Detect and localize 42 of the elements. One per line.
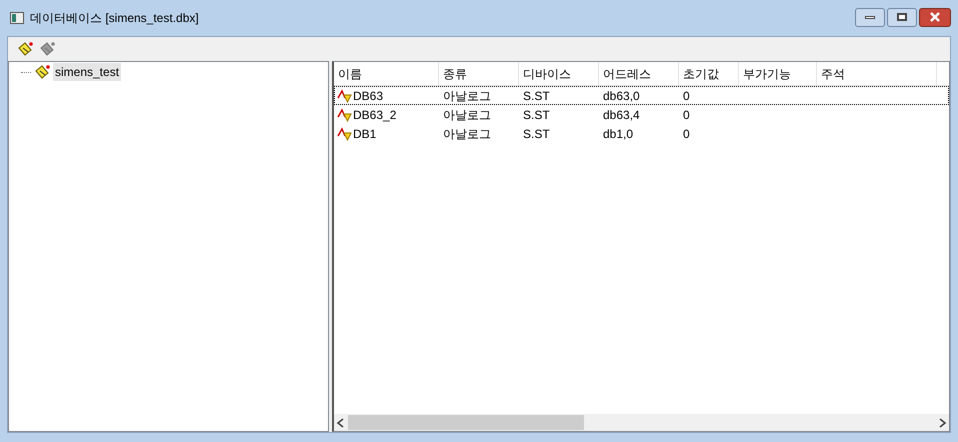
add-tag-button[interactable] <box>16 41 34 57</box>
table-cell-text: 0 <box>683 126 690 142</box>
tag-icon <box>16 41 34 57</box>
tag-icon <box>38 41 56 57</box>
table-cell-text: S.ST <box>523 88 550 104</box>
table-cell-text: 아날로그 <box>443 106 491 124</box>
table-cell-text: 0 <box>683 88 690 104</box>
table-row[interactable]: DB1 아날로그 S.ST db1,0 0 <box>334 124 949 143</box>
tag-icon <box>33 64 51 80</box>
table-cell-text: db1,0 <box>603 126 634 142</box>
app-icon <box>10 12 24 24</box>
analog-tag-icon <box>337 126 352 140</box>
table-cell-text: DB63_2 <box>353 106 396 124</box>
table-cell-text: S.ST <box>523 126 550 142</box>
remove-tag-button[interactable] <box>38 41 56 57</box>
column-header[interactable]: 초기값 <box>679 62 739 85</box>
column-header[interactable]: 주석 <box>817 62 937 85</box>
column-header[interactable]: 어드레스 <box>599 62 679 85</box>
analog-tag-icon <box>337 88 352 102</box>
close-button[interactable] <box>919 8 951 26</box>
column-header[interactable]: 종류 <box>439 62 519 85</box>
table-cell-text: DB63 <box>353 88 384 104</box>
table-cell-text: db63,0 <box>603 88 640 104</box>
table-cell-text: db63,4 <box>603 106 640 124</box>
tree-item[interactable]: simens_test <box>53 63 122 81</box>
horizontal-scrollbar[interactable] <box>334 414 949 431</box>
table-row[interactable]: DB63_2 아날로그 S.ST db63,4 0 <box>334 105 949 124</box>
window-title: 데이터베이스 [simens_test.dbx] <box>30 10 199 27</box>
table-cell-text: 0 <box>683 106 690 124</box>
table-row[interactable]: DB63 아날로그 S.ST db63,0 0 <box>334 86 949 105</box>
table-cell-text: 아날로그 <box>443 88 491 104</box>
table-cell-text: DB1 <box>353 126 376 142</box>
column-header[interactable]: 부가기능 <box>739 62 817 85</box>
analog-tag-icon <box>337 108 352 122</box>
column-header[interactable]: 디바이스 <box>519 62 599 85</box>
minimize-button[interactable] <box>855 8 885 26</box>
maximize-button[interactable] <box>887 8 917 26</box>
table-cell-text: 아날로그 <box>443 126 491 142</box>
scrollbar-thumb[interactable] <box>348 415 584 430</box>
close-icon <box>929 12 941 22</box>
column-header[interactable]: 이름 <box>334 62 439 85</box>
table-cell-text: S.ST <box>523 106 550 124</box>
